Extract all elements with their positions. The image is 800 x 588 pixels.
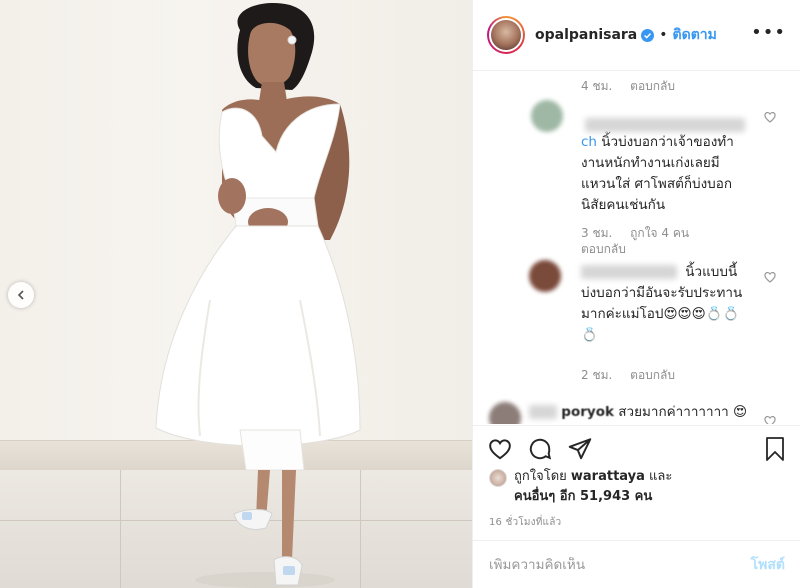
commenter-avatar[interactable] (529, 260, 561, 292)
comment-likes-count[interactable]: ถูกใจ 4 คน (630, 226, 689, 240)
comment-meta: 2 ชม. ตอบกลับ (581, 366, 689, 385)
author-username-link[interactable]: opalpanisara (535, 27, 637, 43)
post-photo[interactable] (0, 0, 472, 588)
comment-input[interactable] (489, 556, 751, 573)
comment-body: poryok สวยมากค่าาาาาาา 😍 (529, 402, 779, 423)
comment-line: สวยมากค่าาาาาาา 😍 (618, 404, 748, 420)
comment-line: บ่งบอกว่ามีอันจะรับประทาน (581, 285, 743, 301)
blurred-username (581, 265, 677, 279)
comment-like-heart-icon[interactable] (763, 110, 777, 124)
likes-and: และ (649, 469, 673, 484)
comment-line: นิสัยคนเช่นกัน (581, 197, 666, 213)
woman-in-white-dress-illustration (155, 2, 361, 588)
comment-time: 2 ชม. (581, 368, 613, 382)
blurred-username (529, 405, 557, 419)
commenter-avatar[interactable] (531, 100, 563, 132)
comment-line: นิ้วแบบนี้ (685, 264, 738, 280)
more-icon: ••• (751, 22, 786, 43)
likes-prefix: ถูกใจโดย (514, 469, 567, 484)
author-avatar-button[interactable] (487, 16, 525, 54)
comment-line: นิ้วบ่งบอกว่าเจ้าของทำ (601, 134, 734, 150)
follow-button[interactable]: ติดตาม (673, 24, 717, 46)
post-side-panel: opalpanisara • ติดตาม ••• 4 ชม. ตอบกลับ … (472, 0, 800, 588)
reply-button[interactable]: ตอบกลับ (630, 79, 675, 93)
chevron-left-icon (17, 290, 24, 300)
comments-list[interactable]: 4 ชม. ตอบกลับ ch นิ้วบ่งบอกว่าเจ้าของทำ … (473, 72, 800, 424)
post-header: opalpanisara • ติดตาม ••• (473, 0, 800, 71)
avatar (489, 469, 507, 487)
reply-button[interactable]: ตอบกลับ (630, 368, 675, 382)
liker-username-link[interactable]: warattaya (571, 469, 645, 484)
comment-time: 3 ชม. (581, 226, 613, 240)
blurred-username (585, 118, 745, 132)
comment-meta: ตอบกลับ (581, 240, 640, 259)
comment-line: 💍 (581, 327, 598, 343)
bookmark-icon[interactable] (763, 436, 787, 462)
share-icon[interactable] (567, 436, 593, 462)
likes-summary[interactable]: ถูกใจโดย warattaya และ คนอื่นๆ อีก 51,94… (489, 467, 672, 507)
commenter-avatar[interactable] (489, 402, 521, 424)
add-comment-bar: โพสต์ (473, 540, 800, 588)
comment-line: มากค่ะแม่โอป😍😍😍💍💍 (581, 306, 740, 322)
comment-handle[interactable]: poryok (561, 404, 614, 420)
verified-badge-icon (641, 28, 655, 42)
likes-count-link[interactable]: คนอื่นๆ อีก 51,943 คน (514, 489, 652, 504)
comment-like-heart-icon[interactable] (763, 414, 777, 424)
post-action-bar (473, 425, 800, 473)
post-comment-button[interactable]: โพสต์ (751, 554, 785, 576)
comment-line: งานหนักทำงานเก่งเลยมี (581, 155, 720, 171)
post-timestamp[interactable]: 16 ชั่วโมงที่แล้ว (489, 515, 561, 530)
avatar (489, 18, 523, 52)
comment-time: 4 ชม. (581, 79, 613, 93)
heart-icon[interactable] (487, 436, 513, 462)
reply-button[interactable]: ตอบกลับ (581, 242, 626, 256)
comment-line: แหวนใส่ ศาโพสต์ก็บ่งบอก (581, 176, 733, 192)
header-separator: • (659, 27, 668, 43)
comment-body: ch นิ้วบ่งบอกว่าเจ้าของทำ งานหนักทำงานเก… (581, 112, 771, 216)
comment-body: นิ้วแบบนี้ บ่งบอกว่ามีอันจะรับประทาน มาก… (581, 262, 786, 346)
previous-photo-button[interactable] (8, 282, 34, 308)
comment-handle[interactable]: ch (581, 134, 597, 150)
comment-like-heart-icon[interactable] (763, 270, 777, 284)
comment-meta: 4 ชม. ตอบกลับ (581, 77, 689, 96)
more-options-button[interactable]: ••• (751, 24, 786, 42)
comment-icon[interactable] (527, 436, 553, 462)
